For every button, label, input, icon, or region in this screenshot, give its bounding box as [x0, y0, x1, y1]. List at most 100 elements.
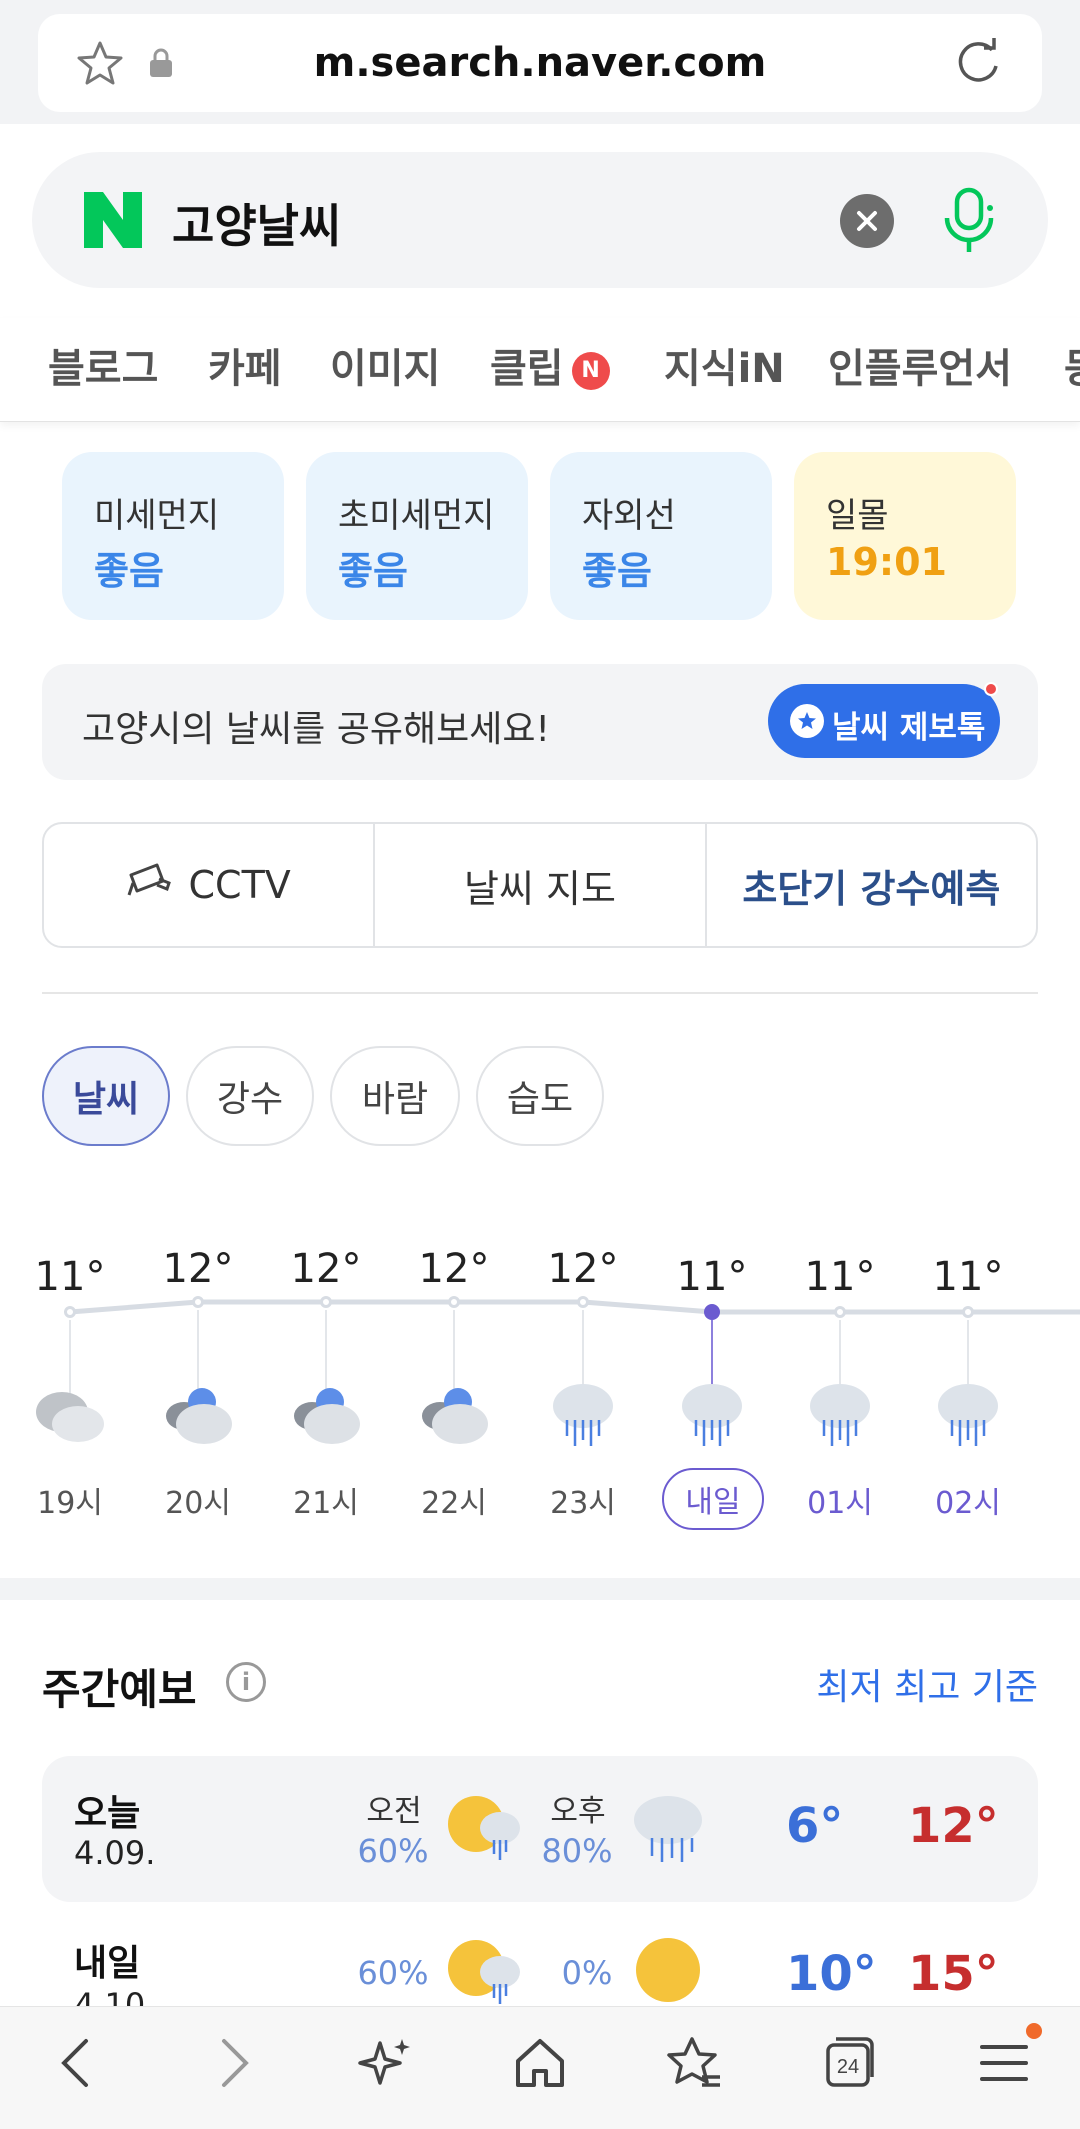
chat-star-icon [790, 704, 824, 738]
naver-logo-icon [84, 192, 142, 248]
low-temp: 10° [786, 1946, 877, 2002]
share-text: 고양시의 날씨를 공유해보세요! [82, 709, 550, 750]
low-temp: 6° [786, 1798, 844, 1854]
am-label: 오전 [366, 1794, 422, 1829]
hourly-time: 22시 [421, 1486, 487, 1521]
bookmarks-icon[interactable] [664, 2033, 724, 2097]
hourly-temp-point [448, 1296, 460, 1308]
hourly-temp-point [64, 1306, 76, 1318]
weekly-day: 오늘 [74, 1793, 141, 1834]
partly-cloudy-night-icon [158, 1376, 238, 1456]
hourly-temp: 11° [676, 1254, 748, 1300]
card-value: 19:01 [826, 540, 947, 584]
temperature-graph [69, 1299, 1080, 1315]
hourly-temp-point [962, 1306, 974, 1318]
hourly-temp: 12° [290, 1246, 362, 1292]
card-value: 좋음 [94, 549, 164, 593]
search-box[interactable]: 고양날씨 [32, 152, 1048, 288]
ultrafine-dust-card[interactable]: 초미세먼지 좋음 [306, 452, 528, 620]
tabs-count-icon[interactable]: 24 [820, 2033, 880, 2097]
hourly-temp: 11° [34, 1254, 106, 1300]
weekly-row-today[interactable]: 오늘 4.09. 오전 60% 오후 80% 6° 12° [42, 1756, 1038, 1902]
sunset-card[interactable]: 일몰 19:01 [794, 452, 1016, 620]
back-icon[interactable] [52, 2033, 102, 2097]
browser-toolbar: m.search.naver.com [0, 0, 1080, 124]
home-icon[interactable] [510, 2033, 570, 2097]
high-temp: 15° [908, 1946, 999, 2002]
cctv-label: CCTV [188, 863, 291, 907]
ai-sparkle-icon[interactable] [356, 2033, 416, 2097]
browser-bottom-nav: 24 [0, 2006, 1080, 2129]
weather-map-label: 날씨 지도 [464, 866, 616, 911]
new-badge: N [571, 352, 610, 390]
hourly-temp: 12° [162, 1246, 234, 1292]
info-icon[interactable]: i [226, 1662, 266, 1702]
cctv-button[interactable]: CCTV [44, 824, 376, 946]
section-separator [0, 1578, 1080, 1600]
card-value: 좋음 [582, 549, 652, 593]
rain-icon [928, 1376, 1008, 1456]
weather-map-button[interactable]: 날씨 지도 [375, 824, 707, 946]
hourly-temp: 11° [932, 1254, 1004, 1300]
hourly-time: 02시 [935, 1486, 1001, 1521]
menu-notification-dot [1026, 2023, 1042, 2039]
sort-basis-link[interactable]: 최저 최고 기준 [816, 1658, 1038, 1710]
uv-card[interactable]: 자외선 좋음 [550, 452, 772, 620]
card-label: 미세먼지 [94, 496, 220, 536]
pm-precip: 0% [561, 1954, 613, 1992]
address-bar[interactable]: m.search.naver.com [38, 14, 1042, 112]
tab-influencer[interactable]: 인플루언서 [828, 336, 1012, 394]
tab-video[interactable]: 동 [1064, 336, 1080, 394]
clear-search-icon[interactable] [840, 194, 894, 248]
pm-label: 오후 [550, 1794, 606, 1829]
hourly-temp-point [192, 1296, 204, 1308]
search-tabs: 블로그 카페 이미지 클립N 지식iN 인플루언서 동 [0, 318, 1080, 422]
chip-wind[interactable]: 바람 [330, 1046, 460, 1146]
nowcast-button[interactable]: 초단기 강수예측 [707, 824, 1036, 946]
chip-humidity[interactable]: 습도 [476, 1046, 604, 1146]
fine-dust-card[interactable]: 미세먼지 좋음 [62, 452, 284, 620]
hourly-time: 20시 [165, 1486, 231, 1521]
tab-cafe[interactable]: 카페 [208, 336, 282, 394]
weather-report-label: 날씨 제보톡 [832, 710, 986, 746]
tab-blog[interactable]: 블로그 [48, 336, 158, 394]
partly-cloudy-night-icon [414, 1376, 494, 1456]
am-precip: 60% [357, 1832, 429, 1870]
partly-cloudy-night-icon [286, 1376, 366, 1456]
cctv-camera-icon [127, 861, 173, 910]
tab-clip[interactable]: 클립 N [490, 336, 610, 394]
hourly-temp-point [320, 1296, 332, 1308]
weather-tools: CCTV 날씨 지도 초단기 강수예측 [42, 822, 1038, 948]
divider [42, 992, 1038, 994]
chip-weather[interactable]: 날씨 [42, 1046, 170, 1146]
partly-cloudy-rain-icon [442, 1786, 532, 1876]
rain-icon [622, 1786, 712, 1876]
hourly-temp: 11° [804, 1254, 876, 1300]
hourly-time: 19시 [37, 1486, 103, 1521]
rain-icon [800, 1376, 880, 1456]
share-weather-banner: 고양시의 날씨를 공유해보세요! 날씨 제보톡 [42, 664, 1038, 780]
hourly-temp-point [704, 1304, 720, 1320]
tab-image[interactable]: 이미지 [330, 336, 440, 394]
weekly-forecast-title: 주간예보 [42, 1665, 197, 1714]
hourly-temp-point [577, 1296, 589, 1308]
reload-icon[interactable] [952, 36, 1004, 92]
url-text: m.search.naver.com [313, 40, 767, 86]
hourly-temp-point [834, 1306, 846, 1318]
chip-precipitation[interactable]: 강수 [186, 1046, 314, 1146]
menu-icon[interactable] [976, 2033, 1032, 2097]
weekly-day: 내일 [74, 1943, 141, 1984]
card-label: 일몰 [826, 496, 889, 536]
card-value: 좋음 [338, 549, 408, 593]
am-precip: 60% [357, 1954, 429, 1992]
high-temp: 12° [908, 1798, 999, 1854]
search-input[interactable]: 고양날씨 [172, 190, 341, 256]
tab-kin[interactable]: 지식iN [664, 336, 785, 394]
microphone-icon[interactable] [938, 186, 1000, 260]
forward-icon[interactable] [208, 2033, 258, 2097]
weather-report-button[interactable]: 날씨 제보톡 [768, 682, 1000, 758]
nowcast-label: 초단기 강수예측 [742, 866, 1001, 911]
hourly-temp: 12° [418, 1246, 490, 1292]
tomorrow-marker: 내일 [662, 1468, 764, 1530]
hourly-time: 23시 [550, 1486, 616, 1521]
